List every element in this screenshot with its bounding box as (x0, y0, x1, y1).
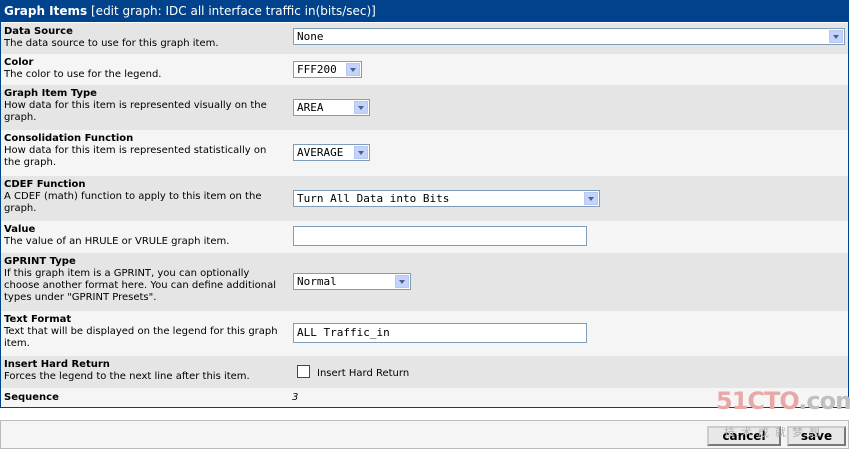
data-source-select[interactable]: None (293, 28, 845, 45)
field-description: How data for this item is represented st… (4, 145, 267, 168)
selected-value: None (297, 30, 324, 43)
field-title: Consolidation Function (4, 133, 134, 144)
chevron-down-icon[interactable] (354, 101, 368, 114)
row-hard-return: Insert Hard Return Forces the legend to … (1, 356, 848, 388)
chevron-down-icon[interactable] (829, 30, 843, 43)
item-type-label: Graph Item Type How data for this item i… (4, 88, 284, 124)
watermark-domain: .com (798, 387, 850, 415)
panel-subtitle: [edit graph: IDC all interface traffic i… (91, 4, 376, 18)
field-title: Color (4, 57, 34, 68)
field-description: The value of an HRULE or VRULE graph ite… (4, 236, 230, 247)
row-value: Value The value of an HRULE or VRULE gra… (1, 221, 848, 253)
selected-value: Turn All Data into Bits (297, 192, 450, 205)
field-description: The color to use for the legend. (4, 69, 162, 80)
hard-return-label: Insert Hard Return Forces the legend to … (4, 359, 284, 383)
field-title: Data Source (4, 26, 73, 37)
gprint-label: GPRINT Type If this graph item is a GPRI… (4, 256, 284, 304)
selected-value: AVERAGE (297, 146, 344, 159)
chevron-down-icon[interactable] (354, 146, 368, 159)
panel-title: Graph Items (4, 4, 88, 18)
field-title: Sequence (4, 392, 59, 403)
selected-value: FFF200 (297, 63, 337, 76)
data-source-label: Data Source The data source to use for t… (4, 26, 284, 50)
sequence-label: Sequence (4, 392, 284, 404)
panel-header: Graph Items [edit graph: IDC all interfa… (0, 0, 849, 22)
field-description: The data source to use for this graph it… (4, 38, 219, 49)
form-footer: cancel save (0, 420, 849, 449)
color-select[interactable]: FFF200 (293, 61, 362, 78)
field-title: Graph Item Type (4, 88, 97, 99)
row-item-type: Graph Item Type How data for this item i… (1, 85, 848, 130)
row-consolidation: Consolidation Function How data for this… (1, 130, 848, 176)
color-label: Color The color to use for the legend. (4, 57, 284, 81)
gprint-select[interactable]: Normal (293, 273, 411, 290)
field-title: Insert Hard Return (4, 359, 110, 370)
cdef-select[interactable]: Turn All Data into Bits (293, 190, 600, 207)
sequence-value: 3 (292, 392, 299, 403)
field-title: CDEF Function (4, 179, 86, 190)
hard-return-checkbox-label[interactable]: Insert Hard Return (317, 368, 409, 379)
field-title: GPRINT Type (4, 256, 76, 267)
consolidation-label: Consolidation Function How data for this… (4, 133, 284, 169)
row-color: Color The color to use for the legend. F… (1, 54, 848, 85)
field-description: A CDEF (math) function to apply to this … (4, 191, 262, 214)
row-gprint: GPRINT Type If this graph item is a GPRI… (1, 253, 848, 311)
consolidation-select[interactable]: AVERAGE (293, 144, 370, 161)
watermark-brand: 51CTO (716, 387, 799, 415)
selected-value: Normal (297, 275, 337, 288)
hard-return-checkbox[interactable] (297, 365, 310, 378)
field-title: Value (4, 224, 36, 235)
value-input[interactable] (293, 226, 587, 246)
chevron-down-icon[interactable] (346, 63, 360, 76)
field-description: How data for this item is represented vi… (4, 100, 267, 123)
field-description: Text that will be displayed on the legen… (4, 326, 278, 349)
text-format-input[interactable]: ALL Traffic_in (293, 323, 587, 343)
field-description: If this graph item is a GPRINT, you can … (4, 268, 277, 303)
value-label: Value The value of an HRULE or VRULE gra… (4, 224, 284, 248)
row-cdef: CDEF Function A CDEF (math) function to … (1, 176, 848, 221)
text-format-label: Text Format Text that will be displayed … (4, 314, 284, 350)
selected-value: AREA (297, 101, 324, 114)
cdef-label: CDEF Function A CDEF (math) function to … (4, 179, 284, 215)
row-text-format: Text Format Text that will be displayed … (1, 311, 848, 356)
chevron-down-icon[interactable] (395, 275, 409, 288)
item-type-select[interactable]: AREA (293, 99, 370, 116)
watermark-tagline: 技术成就梦想 (724, 426, 826, 439)
site-watermark: 51CTO.com (716, 387, 850, 415)
field-title: Text Format (4, 314, 72, 325)
field-description: Forces the legend to the next line after… (4, 371, 250, 382)
row-data-source: Data Source The data source to use for t… (1, 23, 848, 54)
chevron-down-icon[interactable] (584, 192, 598, 205)
